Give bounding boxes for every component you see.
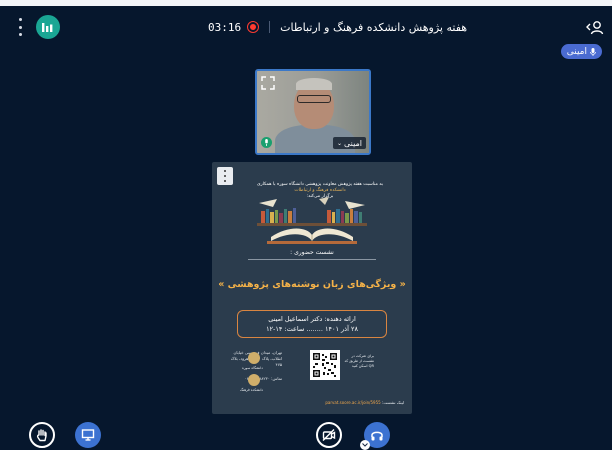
microphone-icon [590,47,596,56]
qr-code-icon [310,350,340,380]
talking-speaker-name: امینی [566,46,587,57]
poster-link-label: لینک نشست: [381,400,404,405]
presentation-options-icon[interactable] [217,167,233,185]
hand-icon [36,429,47,442]
camera-off-icon [322,429,336,441]
audio-options-chevron-icon[interactable] [360,440,370,450]
video-person-hair [296,78,332,90]
faculty-logo-icon [248,374,260,386]
header-divider [269,21,271,33]
video-person-glasses [297,95,331,103]
poster-session-label: نشست حضوری : [290,249,334,256]
users-list-toggle-icon[interactable] [586,20,604,36]
webcam-name-tag[interactable]: امینی ⌄ [332,137,366,149]
presentation-button[interactable] [75,422,101,448]
poster-presenter-box: ارائه دهنده: دکتر اسماعیل امینی ۲۸ آذر ۱… [237,310,387,338]
webcam-video-tile[interactable]: امینی ⌄ [255,69,371,155]
poster-date-time: ۲۸ آذر ۱۴۰۱ ........ ساعت: ۱۴-۱۲ [266,325,358,333]
meeting-header: 03:16 هفته پژوهش دانشکده فرهنگ و ارتباطا… [208,18,467,36]
book-illustration [257,197,367,244]
poster-divider [248,259,376,260]
university-logo-label: دانشگاه سوره [242,366,263,370]
poster-info-block: برای شرکت در نشست از طریق کد QR اسکن کنی… [220,350,404,400]
poster-presenter: ارائه دهنده: دکتر اسماعیل امینی [268,315,356,323]
poster-link-line: لینک نشست: parvat.soore.ac.ir/join/5955 [220,400,404,405]
poster-link-url: parvat.soore.ac.ir/join/5955 [325,400,381,405]
share-camera-button[interactable] [316,422,342,448]
webcam-user-name: امینی [343,138,362,148]
recording-timer: 03:16 [208,20,242,34]
action-bar [0,418,612,450]
microphone-on-icon [261,137,272,148]
presentation-icon [81,429,95,441]
faculty-logo-label: دانشکده فرهنگ [240,388,263,392]
talking-indicator[interactable]: امینی [560,44,602,59]
headphones-icon [371,431,383,441]
raise-hand-button[interactable] [29,422,55,448]
recording-icon[interactable] [247,21,260,33]
presentation-slide: به مناسبت هفته پژوهش معاونت پژوهشی دانشگ… [212,162,412,414]
options-menu-icon[interactable] [12,18,28,36]
statistics-icon[interactable] [36,15,60,39]
fullscreen-icon[interactable] [261,75,275,90]
poster-topic: « ویژگی‌های زبان نوشته‌های پژوهشی » [218,279,406,290]
university-logo-icon [248,352,260,364]
poster-qr-text: برای شرکت در نشست از طریق کد QR اسکن کنی… [344,354,374,368]
top-bar: 03:16 هفته پژوهش دانشکده فرهنگ و ارتباطا… [0,6,612,46]
chevron-down-icon: ⌄ [336,139,342,147]
meeting-title: هفته پژوهش دانشکده فرهنگ و ارتباطات [280,20,468,34]
